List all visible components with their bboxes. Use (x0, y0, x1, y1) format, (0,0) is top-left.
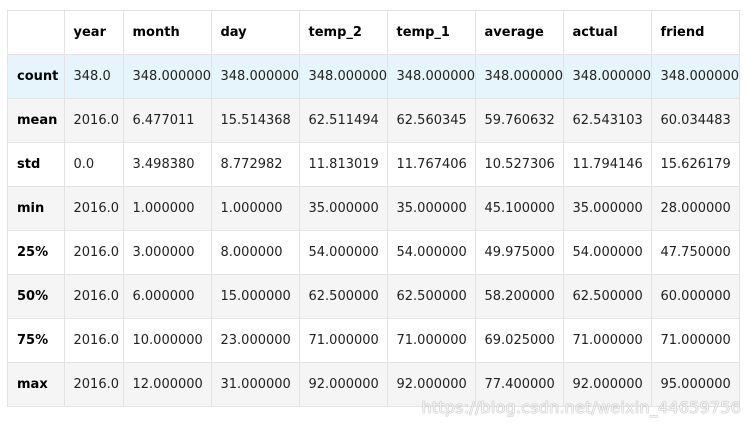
table-cell: 92.000000 (299, 362, 388, 407)
table-cell: 3.000000 (123, 230, 212, 275)
table-cell: 54.000000 (563, 230, 652, 275)
table-cell: 28.000000 (651, 186, 740, 231)
table-cell: 15.626179 (651, 142, 740, 187)
table-cell: 69.025000 (475, 318, 564, 363)
table-cell: 35.000000 (387, 186, 476, 231)
table-cell: 1.000000 (211, 186, 300, 231)
table-row: min 2016.0 1.000000 1.000000 35.000000 35.000… (8, 186, 740, 231)
header-cell-average: average (475, 10, 564, 55)
watermark-url: https://blog.csdn.net/weixin_44659756 (421, 398, 741, 417)
table-cell: 348.000000 (123, 54, 212, 99)
table-row: 75% 2016.0 10.000000 23.000000 71.000000 71.0… (8, 318, 740, 363)
table-cell: 60.034483 (651, 98, 740, 143)
table-cell: 10.527306 (475, 142, 564, 187)
table-cell: 348.000000 (475, 54, 564, 99)
table-cell: 348.000000 (299, 54, 388, 99)
header-cell-year: year (64, 10, 124, 55)
table-cell: 11.813019 (299, 142, 388, 187)
header-cell-index (8, 10, 65, 55)
table-cell: 47.750000 (651, 230, 740, 275)
table-cell: 2016.0 (64, 362, 124, 407)
row-label-cell: count (8, 54, 65, 99)
dataframe-describe-table: year month day temp_2 temp_1 average act… (8, 10, 740, 407)
header-cell-day: day (211, 10, 300, 55)
row-label-cell: 25% (8, 230, 65, 275)
table-cell: 54.000000 (299, 230, 388, 275)
table-cell: 348.000000 (387, 54, 476, 99)
table-cell: 8.000000 (211, 230, 300, 275)
table-cell: 11.767406 (387, 142, 476, 187)
table-cell: 2016.0 (64, 98, 124, 143)
table-cell: 31.000000 (211, 362, 300, 407)
row-label-cell: max (8, 362, 65, 407)
table-cell: 2016.0 (64, 318, 124, 363)
row-label-cell: min (8, 186, 65, 231)
table-cell: 62.511494 (299, 98, 388, 143)
row-label-cell: 50% (8, 274, 65, 319)
table-cell: 71.000000 (563, 318, 652, 363)
table-cell: 54.000000 (387, 230, 476, 275)
row-label-cell: std (8, 142, 65, 187)
table-cell: 348.000000 (651, 54, 740, 99)
table-cell: 59.760632 (475, 98, 564, 143)
table-body: count 348.0 348.000000 348.000000 348.000000… (8, 54, 740, 407)
table-cell: 348.000000 (563, 54, 652, 99)
table-cell: 71.000000 (387, 318, 476, 363)
table-cell: 2016.0 (64, 274, 124, 319)
table-cell: 6.000000 (123, 274, 212, 319)
table-cell: 23.000000 (211, 318, 300, 363)
table-cell: 11.794146 (563, 142, 652, 187)
table-cell: 6.477011 (123, 98, 212, 143)
row-label-cell: mean (8, 98, 65, 143)
table-cell: 62.500000 (387, 274, 476, 319)
header-row: year month day temp_2 temp_1 average act… (8, 10, 740, 55)
table-row: 25% 2016.0 3.000000 8.000000 54.000000 54.000… (8, 230, 740, 275)
table-cell: 12.000000 (123, 362, 212, 407)
table-cell: 58.200000 (475, 274, 564, 319)
header-cell-month: month (123, 10, 212, 55)
table-row: 50% 2016.0 6.000000 15.000000 62.500000 62.50… (8, 274, 740, 319)
table-cell: 15.514368 (211, 98, 300, 143)
table-cell: 62.560345 (387, 98, 476, 143)
table-cell: 2016.0 (64, 230, 124, 275)
table-cell: 0.0 (64, 142, 124, 187)
table-cell: 348.0 (64, 54, 124, 99)
table-cell: 2016.0 (64, 186, 124, 231)
header-cell-actual: actual (563, 10, 652, 55)
table-header: year month day temp_2 temp_1 average act… (8, 10, 740, 55)
table-cell: 62.500000 (563, 274, 652, 319)
table-cell: 49.975000 (475, 230, 564, 275)
table-cell: 71.000000 (651, 318, 740, 363)
table-cell: 10.000000 (123, 318, 212, 363)
table-cell: 3.498380 (123, 142, 212, 187)
header-cell-temp-2: temp_2 (299, 10, 388, 55)
table-cell: 35.000000 (299, 186, 388, 231)
table-cell: 71.000000 (299, 318, 388, 363)
table-cell: 1.000000 (123, 186, 212, 231)
table-cell: 45.100000 (475, 186, 564, 231)
table-row: count 348.0 348.000000 348.000000 348.000000… (8, 54, 740, 99)
table-cell: 8.772982 (211, 142, 300, 187)
table-cell: 35.000000 (563, 186, 652, 231)
table-cell: 60.000000 (651, 274, 740, 319)
table-row: mean 2016.0 6.477011 15.514368 62.511494 62.5… (8, 98, 740, 143)
table-cell: 348.000000 (211, 54, 300, 99)
header-cell-friend: friend (651, 10, 740, 55)
table-cell: 62.500000 (299, 274, 388, 319)
header-cell-temp-1: temp_1 (387, 10, 476, 55)
table-cell: 62.543103 (563, 98, 652, 143)
dataframe-describe-table-container: year month day temp_2 temp_1 average act… (7, 10, 740, 407)
row-label-cell: 75% (8, 318, 65, 363)
table-cell: 15.000000 (211, 274, 300, 319)
table-row: std 0.0 3.498380 8.772982 11.813019 11.767406… (8, 142, 740, 187)
